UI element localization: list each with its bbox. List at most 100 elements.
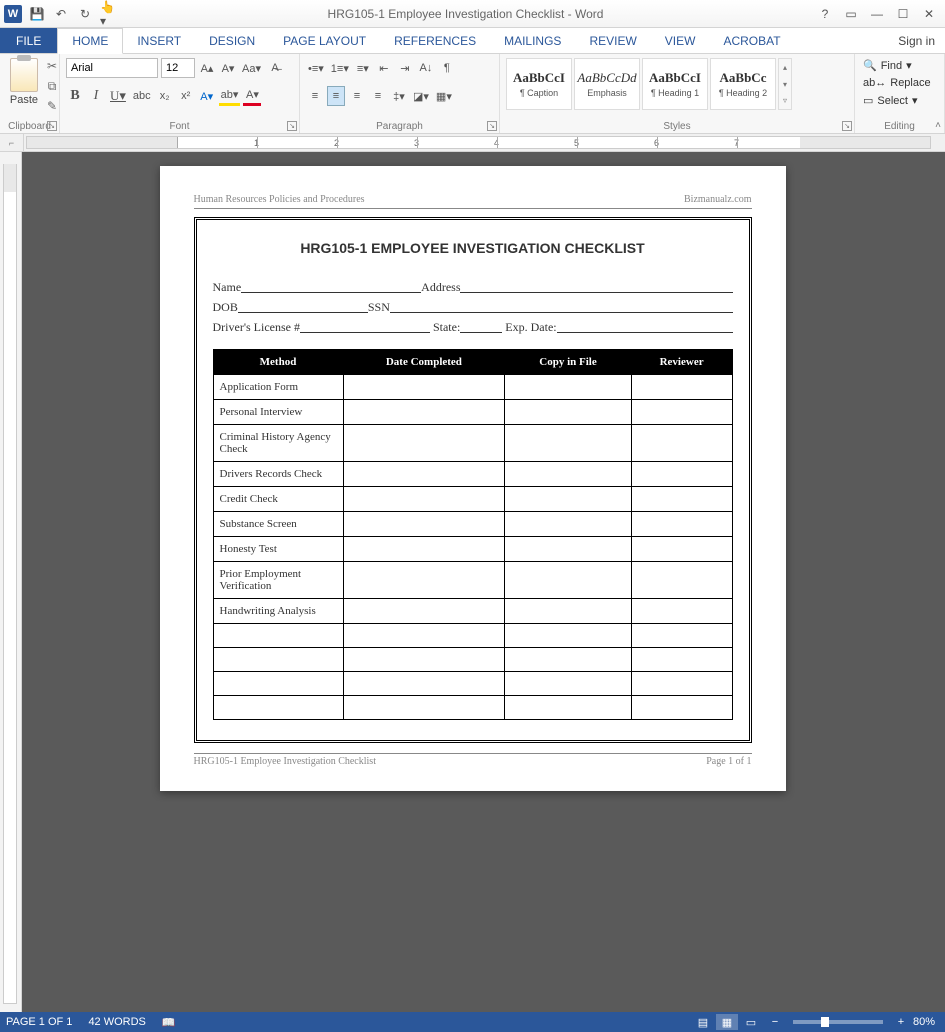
cut-icon[interactable]: ✂ xyxy=(44,58,60,74)
tab-mailings[interactable]: MAILINGS xyxy=(490,28,575,53)
bullets-icon[interactable]: •≡▾ xyxy=(306,58,326,78)
tab-review[interactable]: REVIEW xyxy=(575,28,650,53)
cell-method: Prior Employment Verification xyxy=(213,562,343,599)
collapse-ribbon-icon[interactable]: ˄ xyxy=(935,120,941,131)
tab-page-layout[interactable]: PAGE LAYOUT xyxy=(269,28,380,53)
horizontal-ruler[interactable]: 1234567 xyxy=(26,136,931,149)
style-heading2[interactable]: AaBbCc¶ Heading 2 xyxy=(710,58,776,110)
zoom-out-button[interactable]: − xyxy=(764,1014,786,1030)
page[interactable]: Human Resources Policies and Procedures … xyxy=(160,166,786,791)
view-read-icon[interactable]: ▤ xyxy=(692,1014,714,1030)
cell-blank xyxy=(631,425,732,462)
show-marks-icon[interactable]: ¶ xyxy=(438,58,456,78)
tab-references[interactable]: REFERENCES xyxy=(380,28,490,53)
increase-indent-icon[interactable]: ⇥ xyxy=(396,58,414,78)
ribbon-display-icon[interactable]: ▭ xyxy=(839,4,863,24)
tab-insert[interactable]: INSERT xyxy=(123,28,195,53)
style-gallery-scroll[interactable]: ▴▾▿ xyxy=(778,58,792,110)
document-title: HRG105-1 EMPLOYEE INVESTIGATION CHECKLIS… xyxy=(213,240,733,256)
align-left-icon[interactable]: ≡ xyxy=(306,86,324,106)
sort-icon[interactable]: A↓ xyxy=(417,58,435,78)
close-button[interactable]: ✕ xyxy=(917,4,941,24)
document-area[interactable]: Human Resources Policies and Procedures … xyxy=(0,152,945,1012)
borders-icon[interactable]: ▦▾ xyxy=(434,86,454,106)
tab-acrobat[interactable]: ACROBAT xyxy=(709,28,794,53)
ruler-corner[interactable]: ⌐ xyxy=(0,134,24,151)
table-row: Handwriting Analysis xyxy=(213,599,732,624)
copy-icon[interactable]: ⧉ xyxy=(44,78,60,94)
shading-icon[interactable]: ◪▾ xyxy=(411,86,431,106)
vertical-ruler[interactable] xyxy=(0,152,22,1012)
tab-view[interactable]: VIEW xyxy=(651,28,710,53)
italic-button[interactable]: I xyxy=(87,86,105,106)
cell-blank xyxy=(631,624,732,648)
format-painter-icon[interactable]: ✎ xyxy=(44,98,60,114)
help-icon[interactable]: ? xyxy=(813,4,837,24)
table-row: Drivers Records Check xyxy=(213,462,732,487)
status-proofing-icon[interactable]: 📖 xyxy=(162,1016,176,1029)
touch-mode-icon[interactable]: 👆▾ xyxy=(100,5,118,23)
paste-button[interactable]: Paste xyxy=(6,56,42,114)
title-bar: W 💾 ↶ ↻ 👆▾ HRG105-1 Employee Investigati… xyxy=(0,0,945,28)
cell-blank xyxy=(631,648,732,672)
zoom-slider[interactable] xyxy=(793,1020,883,1024)
highlight-color-button[interactable]: ab▾ xyxy=(219,86,241,106)
font-name-input[interactable] xyxy=(66,58,158,78)
redo-icon[interactable]: ↻ xyxy=(76,5,94,23)
font-color-button[interactable]: A▾ xyxy=(243,86,261,106)
grow-font-icon[interactable]: A▴ xyxy=(198,58,216,78)
paragraph-dialog-launcher[interactable]: ↘ xyxy=(487,121,497,131)
sign-in-link[interactable]: Sign in xyxy=(888,28,945,53)
cell-blank xyxy=(343,487,505,512)
style-caption[interactable]: AaBbCcI¶ Caption xyxy=(506,58,572,110)
align-center-icon[interactable]: ≡ xyxy=(327,86,345,106)
save-icon[interactable]: 💾 xyxy=(28,5,46,23)
clipboard-dialog-launcher[interactable]: ↘ xyxy=(47,121,57,131)
cell-blank xyxy=(343,562,505,599)
table-row xyxy=(213,696,732,720)
clear-formatting-icon[interactable]: A̶ xyxy=(266,58,284,78)
cell-method: Drivers Records Check xyxy=(213,462,343,487)
minimize-button[interactable]: — xyxy=(865,4,889,24)
line-spacing-icon[interactable]: ‡▾ xyxy=(390,86,408,106)
group-editing: 🔍Find ▾ ab↔Replace ▭Select ▾ Editing xyxy=(855,54,945,133)
cell-blank xyxy=(505,400,631,425)
select-button[interactable]: ▭Select ▾ xyxy=(861,93,938,108)
view-web-icon[interactable]: ▭ xyxy=(740,1014,762,1030)
align-right-icon[interactable]: ≡ xyxy=(348,86,366,106)
superscript-button[interactable]: x² xyxy=(177,86,195,106)
undo-icon[interactable]: ↶ xyxy=(52,5,70,23)
strikethrough-button[interactable]: abc xyxy=(131,86,153,106)
status-words[interactable]: 42 WORDS xyxy=(88,1016,145,1028)
tab-home[interactable]: HOME xyxy=(57,28,123,54)
styles-dialog-launcher[interactable]: ↘ xyxy=(842,121,852,131)
find-button[interactable]: 🔍Find ▾ xyxy=(861,58,938,73)
word-icon: W xyxy=(4,5,22,23)
font-size-input[interactable] xyxy=(161,58,195,78)
multilevel-list-icon[interactable]: ≡▾ xyxy=(354,58,372,78)
zoom-in-button[interactable]: + xyxy=(890,1014,912,1030)
cell-method xyxy=(213,648,343,672)
underline-button[interactable]: U▾ xyxy=(108,86,128,106)
style-heading1[interactable]: AaBbCcI¶ Heading 1 xyxy=(642,58,708,110)
cell-blank xyxy=(631,375,732,400)
text-effects-icon[interactable]: A▾ xyxy=(198,86,216,106)
change-case-icon[interactable]: Aa▾ xyxy=(240,58,263,78)
justify-icon[interactable]: ≡ xyxy=(369,86,387,106)
style-emphasis[interactable]: AaBbCcDdEmphasis xyxy=(574,58,640,110)
cell-blank xyxy=(343,624,505,648)
cell-method: Criminal History Agency Check xyxy=(213,425,343,462)
bold-button[interactable]: B xyxy=(66,86,84,106)
replace-button[interactable]: ab↔Replace xyxy=(861,76,938,90)
view-print-icon[interactable]: ▦ xyxy=(716,1014,738,1030)
maximize-button[interactable]: ☐ xyxy=(891,4,915,24)
decrease-indent-icon[interactable]: ⇤ xyxy=(375,58,393,78)
tab-design[interactable]: DESIGN xyxy=(195,28,269,53)
subscript-button[interactable]: x₂ xyxy=(156,86,174,106)
tab-file[interactable]: FILE xyxy=(0,28,57,53)
font-dialog-launcher[interactable]: ↘ xyxy=(287,121,297,131)
status-page[interactable]: PAGE 1 OF 1 xyxy=(6,1016,72,1028)
zoom-level[interactable]: 80% xyxy=(913,1016,935,1028)
numbering-icon[interactable]: 1≡▾ xyxy=(329,58,351,78)
shrink-font-icon[interactable]: A▾ xyxy=(219,58,237,78)
